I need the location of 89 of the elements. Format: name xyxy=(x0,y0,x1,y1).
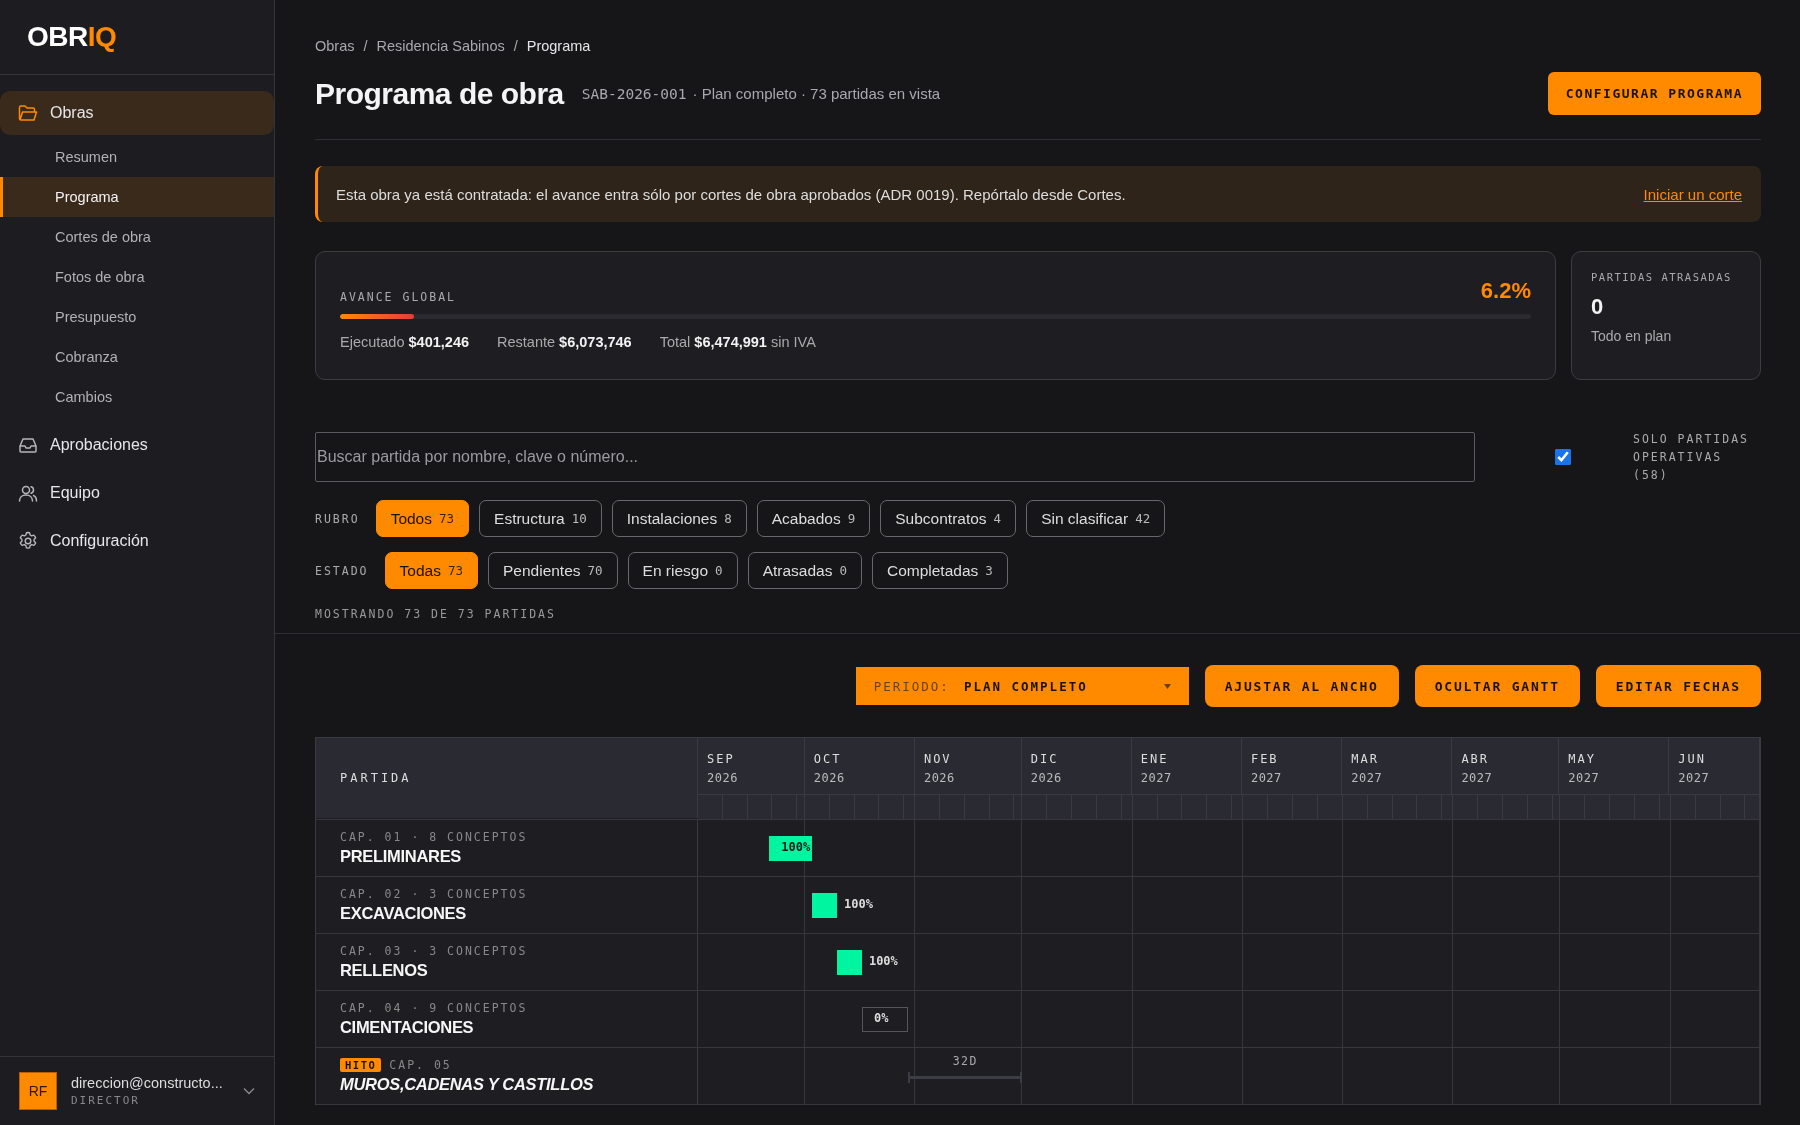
month-header: NOV 2026 xyxy=(914,738,1022,794)
breadcrumb-current: Programa xyxy=(526,38,591,54)
chapter-name: EXCAVACIONES xyxy=(340,904,467,923)
month-header: MAR 2027 xyxy=(1342,738,1453,794)
filter-chip[interactable]: Instalaciones 8 xyxy=(611,500,747,537)
amount-text: Restante $6,073,746 xyxy=(497,334,632,350)
chapter-meta: CAP. 05 xyxy=(389,1058,452,1072)
month-header: ENE 2027 xyxy=(1131,738,1242,794)
filter-chip[interactable]: Todas 73 xyxy=(384,552,478,589)
user-avatar: RF xyxy=(19,1072,57,1110)
breadcrumb-separator: / xyxy=(513,38,518,54)
amount-text: Ejecutado $401,246 xyxy=(340,334,469,350)
settings-icon xyxy=(18,531,38,551)
breadcrumb-link[interactable]: Obras xyxy=(315,38,355,54)
nav-item[interactable]: Obras xyxy=(0,91,274,135)
percent-label: 100% xyxy=(844,897,873,911)
chevron-down-icon xyxy=(243,1087,255,1095)
nav-subitem[interactable]: Resumen xyxy=(0,137,274,177)
amount-text: Total $6,474,991 sin IVA xyxy=(659,334,816,350)
column-header: PARTIDA xyxy=(340,771,413,785)
logo: OBRIQ xyxy=(27,21,117,53)
filter-chip[interactable]: Subcontratos 4 xyxy=(880,500,1017,537)
filter-chip[interactable]: Pendientes 70 xyxy=(488,552,618,589)
notice-text: Esta obra ya está contratada: el avance entra sólo por cortes de obra aprobados (ADR 0019). Repórtalo desde Cortes. xyxy=(336,185,1126,203)
checkbox-label: SOLO PARTIDAS OPERATIVAS (58) xyxy=(1633,431,1750,484)
percent-label: 100% xyxy=(868,954,898,968)
filter-chip[interactable]: Acabados 9 xyxy=(756,500,871,537)
toolbar-button[interactable]: EDITAR FECHAS xyxy=(1595,665,1761,707)
nav-subitem[interactable]: Presupuesto xyxy=(0,297,274,337)
result-count: MOSTRANDO 73 DE 73 PARTIDAS xyxy=(315,607,557,623)
toolbar-button[interactable]: OCULTAR GANTT xyxy=(1414,665,1580,707)
milestone-badge: HITO xyxy=(340,1058,382,1072)
month-header: JUN 2027 xyxy=(1669,738,1760,794)
nav-item[interactable]: Configuración xyxy=(0,519,274,563)
filter-chip[interactable]: Todos 73 xyxy=(375,500,470,537)
breadcrumb-separator: / xyxy=(363,38,368,54)
filter-chip[interactable]: Sin clasificar 42 xyxy=(1026,500,1166,537)
chapter-name: RELLENOS xyxy=(340,961,429,980)
user-role: DIRECTOR xyxy=(71,1094,141,1107)
percent-label: 100% xyxy=(781,840,811,854)
nav-item[interactable]: Aprobaciones xyxy=(0,423,274,467)
card-label: AVANCE GLOBAL xyxy=(340,290,456,304)
nav-item[interactable]: Equipo xyxy=(0,471,274,515)
late-note: Todo en plan xyxy=(1591,328,1673,344)
duration-label: 32D xyxy=(952,1054,978,1068)
chapter-name: MUROS,CADENAS Y CASTILLOS xyxy=(340,1075,595,1094)
page-title: Programa de obra xyxy=(315,76,564,111)
month-header: DIC 2026 xyxy=(1021,738,1132,794)
month-header: ABR 2027 xyxy=(1452,738,1560,794)
filter-chip[interactable]: En riesgo 0 xyxy=(627,552,738,589)
configure-button[interactable]: CONFIGURAR PROGRAMA xyxy=(1547,72,1761,115)
caret-icon xyxy=(1163,683,1171,689)
filter-chip[interactable]: Atrasadas 0 xyxy=(747,552,862,589)
nav-subitem[interactable]: Cobranza xyxy=(0,337,274,377)
folder-icon xyxy=(18,104,38,122)
filter-chip[interactable]: Estructura 10 xyxy=(479,500,602,537)
chapter-meta: CAP. 03 · 3 CONCEPTOS xyxy=(340,944,528,958)
nav-subitem[interactable]: Cortes de obra xyxy=(0,217,274,257)
late-count: 0 xyxy=(1591,294,1605,320)
filter-label: RUBRO xyxy=(315,511,360,526)
chapter-meta: CAP. 01 · 8 CONCEPTOS xyxy=(340,830,528,844)
card-label: PARTIDAS ATRASADAS xyxy=(1591,271,1733,283)
chapter-name: PRELIMINARES xyxy=(340,847,463,866)
breadcrumb-link[interactable]: Residencia Sabinos xyxy=(376,38,505,54)
notice-link[interactable]: Iniciar un corte xyxy=(1643,185,1742,203)
inbox-icon xyxy=(18,436,38,454)
page-subtitle: · Plan completo · 73 partidas en vista xyxy=(692,85,941,102)
users-icon xyxy=(18,484,38,502)
filter-label: ESTADO xyxy=(315,563,369,578)
search-field[interactable]: Buscar partida por nombre, clave o número... xyxy=(315,432,1475,482)
chapter-meta: CAP. 04 · 9 CONCEPTOS xyxy=(340,1001,528,1015)
month-header: OCT 2026 xyxy=(804,738,915,794)
chapter-meta: CAP. 02 · 3 CONCEPTOS xyxy=(340,887,528,901)
period-select[interactable]: PERIODO: PLAN COMPLETO xyxy=(855,667,1189,705)
chapter-name: CIMENTACIONES xyxy=(340,1018,475,1037)
month-header: SEP 2026 xyxy=(698,738,805,794)
percent-label: 0% xyxy=(873,1011,889,1025)
project-code: SAB-2026-001 xyxy=(581,85,687,102)
user-email: direccion@constructo... xyxy=(71,1075,224,1091)
filter-chip[interactable]: Completadas 3 xyxy=(871,552,1008,589)
user-menu[interactable]: RF direccion@constructo... DIRECTOR xyxy=(0,1056,274,1125)
month-header: MAY 2027 xyxy=(1559,738,1670,794)
nav-subitem[interactable]: Cambios xyxy=(0,377,274,417)
month-header: FEB 2027 xyxy=(1241,738,1343,794)
nav-subitem[interactable]: Fotos de obra xyxy=(0,257,274,297)
progress-reading: 6.2% xyxy=(1480,278,1531,304)
nav-subitem[interactable]: Programa xyxy=(0,177,274,217)
toolbar-button[interactable]: AJUSTAR AL ANCHO xyxy=(1204,665,1399,707)
operativas-checkbox[interactable] xyxy=(1555,449,1571,465)
